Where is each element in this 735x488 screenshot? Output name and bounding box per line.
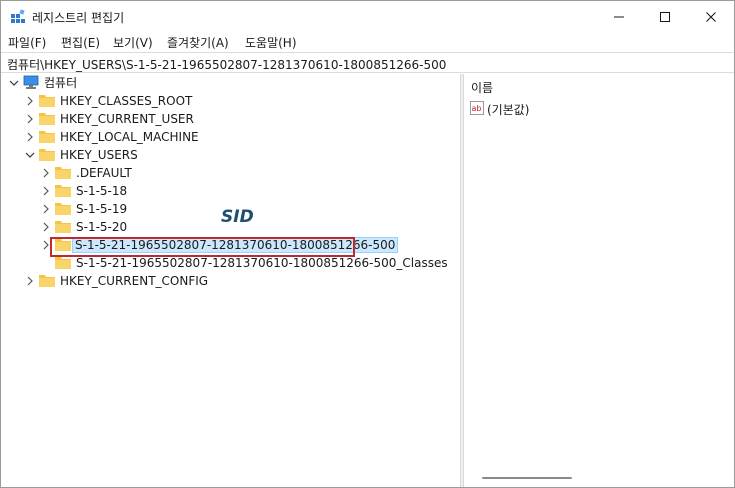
scrollbar-thumb[interactable] xyxy=(482,477,572,479)
menu-file[interactable]: 파일(F) xyxy=(8,34,46,51)
maximize-button[interactable] xyxy=(642,1,688,32)
registry-editor-icon xyxy=(11,9,25,23)
folder-icon xyxy=(55,203,71,215)
minimize-button[interactable] xyxy=(596,1,642,32)
chevron-down-icon[interactable] xyxy=(9,78,19,88)
chevron-right-icon[interactable] xyxy=(25,114,35,124)
chevron-right-icon[interactable] xyxy=(25,276,35,286)
address-bar[interactable]: 컴퓨터\HKEY_USERS\S-1-5-21-1965502807-12813… xyxy=(1,52,734,73)
minimize-icon xyxy=(614,16,624,17)
folder-icon xyxy=(55,167,71,179)
menu-favorites[interactable]: 즐겨찾기(A) xyxy=(167,34,229,51)
folder-open-icon xyxy=(39,149,55,161)
menu-help[interactable]: 도움말(H) xyxy=(245,34,297,51)
chevron-right-icon[interactable] xyxy=(41,186,51,196)
folder-icon xyxy=(55,221,71,233)
horizontal-scrollbar[interactable] xyxy=(466,472,732,484)
registry-editor-window: 레지스트리 편집기 파일(F) 편집(E) 보기(V) 즐겨찾기(A) 도움말(… xyxy=(0,0,735,488)
sid-highlight-box xyxy=(50,237,355,257)
folder-icon xyxy=(39,113,55,125)
menu-view[interactable]: 보기(V) xyxy=(113,34,153,51)
folder-icon xyxy=(39,95,55,107)
title-bar[interactable]: 레지스트리 편집기 xyxy=(1,1,734,32)
computer-icon xyxy=(23,75,39,89)
chevron-down-icon[interactable] xyxy=(25,150,35,160)
address-path[interactable]: 컴퓨터\HKEY_USERS\S-1-5-21-1965502807-12813… xyxy=(7,56,446,73)
window-title: 레지스트리 편집기 xyxy=(32,11,125,25)
sid-annotation: SID xyxy=(221,207,254,227)
chevron-right-icon[interactable] xyxy=(25,132,35,142)
menu-bar: 파일(F) 편집(E) 보기(V) 즐겨찾기(A) 도움말(H) xyxy=(1,32,734,52)
values-pane[interactable]: 이름 ab (기본값) xyxy=(464,74,734,487)
chevron-right-icon[interactable] xyxy=(41,168,51,178)
maximize-icon xyxy=(660,11,670,22)
menu-edit[interactable]: 편집(E) xyxy=(61,34,100,51)
svg-text:ab: ab xyxy=(472,104,482,113)
column-header-name[interactable]: 이름 xyxy=(471,79,493,96)
chevron-right-icon[interactable] xyxy=(41,204,51,214)
string-value-icon: ab xyxy=(470,101,484,115)
close-icon xyxy=(706,11,716,22)
folder-icon xyxy=(55,185,71,197)
chevron-right-icon[interactable] xyxy=(25,96,35,106)
folder-icon xyxy=(55,257,71,269)
key-tree-pane[interactable]: 컴퓨터 HKEY_CLASSES_ROOT HKEY_CURRENT_USER … xyxy=(2,74,459,487)
close-button[interactable] xyxy=(688,1,734,32)
folder-icon xyxy=(39,131,55,143)
folder-icon xyxy=(39,275,55,287)
chevron-right-icon[interactable] xyxy=(41,222,51,232)
